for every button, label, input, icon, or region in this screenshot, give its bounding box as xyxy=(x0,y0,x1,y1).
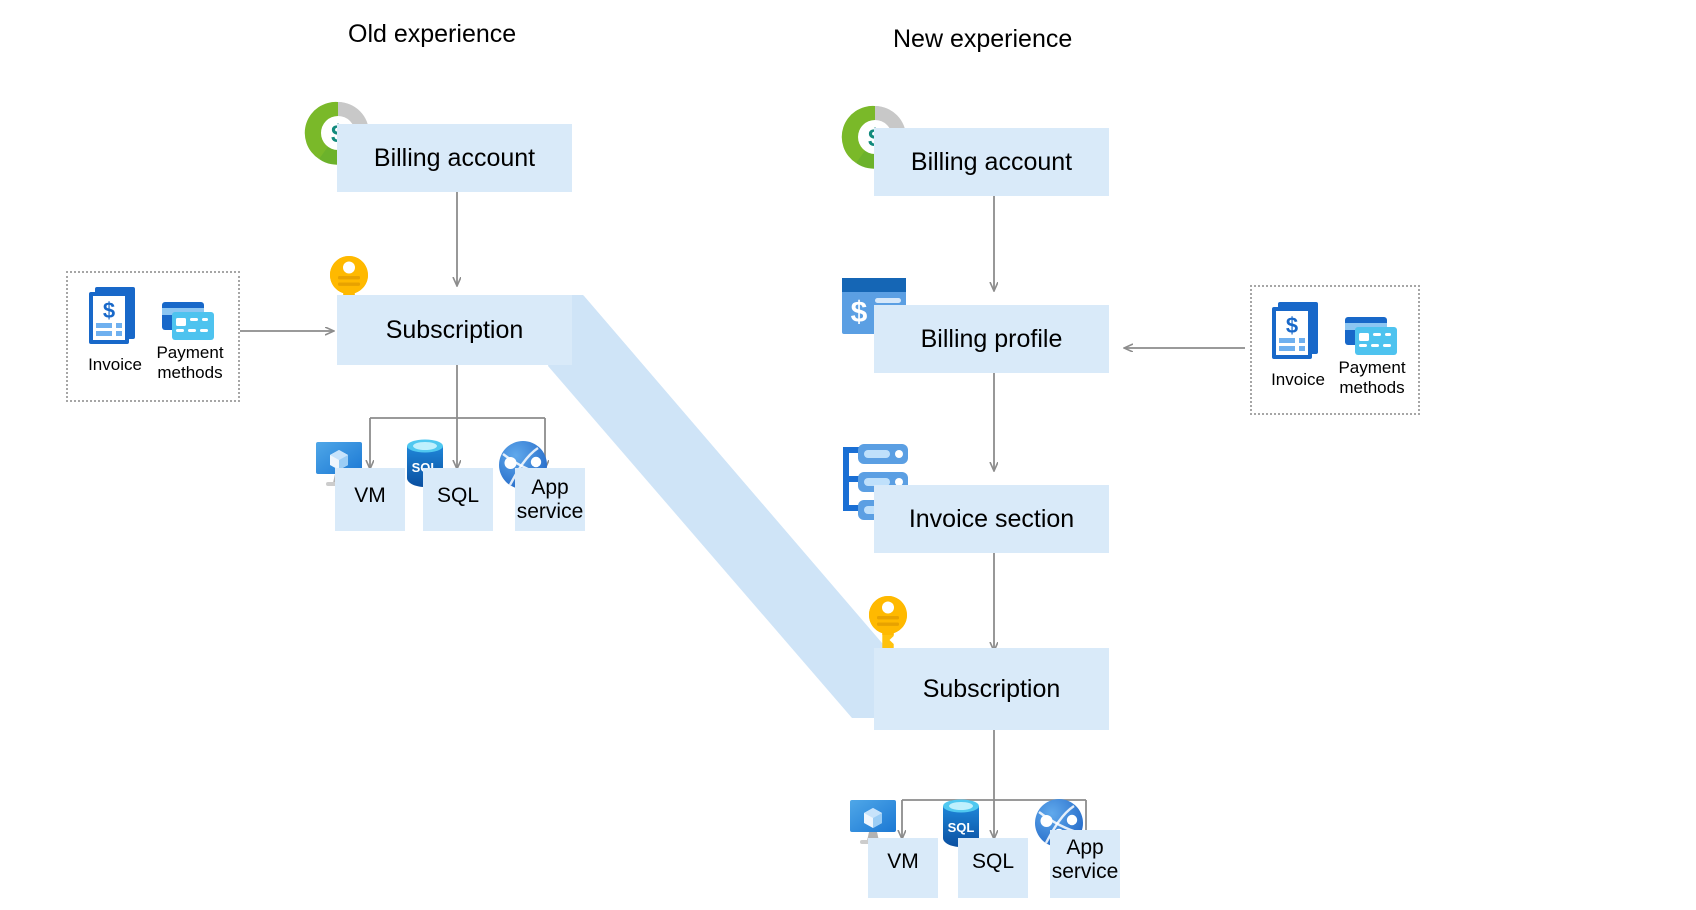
node-left-billing-account-label: Billing account xyxy=(373,143,536,172)
node-left-subscription-label: Subscription xyxy=(385,315,524,344)
node-right-billing-account-label: Billing account xyxy=(910,147,1073,176)
node-right-invoice-section[interactable]: Invoice section xyxy=(874,485,1109,553)
section-title-old: Old experience xyxy=(348,20,517,48)
node-right-resource-app-service-label: App service xyxy=(1051,836,1119,884)
node-right-subscription-label: Subscription xyxy=(922,674,1061,703)
node-left-resource-app-service-label: App service xyxy=(516,476,584,524)
node-left-billing-account[interactable]: Billing account xyxy=(337,124,572,192)
node-right-resource-sql[interactable]: SQL xyxy=(958,838,1028,898)
node-right-resource-app-service[interactable]: App service xyxy=(1050,830,1120,898)
right-invoice-label: Invoice xyxy=(1271,370,1325,389)
node-right-billing-profile[interactable]: Billing profile xyxy=(874,305,1109,373)
diagram-connectors-layer: SQL $ $ $ xyxy=(89,101,1397,849)
node-right-invoice-section-label: Invoice section xyxy=(908,504,1075,533)
node-right-billing-profile-label: Billing profile xyxy=(920,324,1063,353)
migration-band xyxy=(548,295,888,718)
node-right-resource-vm[interactable]: VM xyxy=(868,838,938,898)
node-right-resource-vm-label: VM xyxy=(887,850,919,873)
node-left-resource-sql[interactable]: SQL xyxy=(423,468,493,531)
node-left-resource-vm-label: VM xyxy=(354,484,386,507)
node-left-resource-sql-label: SQL xyxy=(436,484,480,507)
section-title-new: New experience xyxy=(893,25,1073,53)
node-right-billing-account[interactable]: Billing account xyxy=(874,128,1109,196)
node-left-subscription[interactable]: Subscription xyxy=(337,295,572,365)
left-payment-group xyxy=(66,271,240,402)
node-right-subscription[interactable]: Subscription xyxy=(874,648,1109,730)
diagram-canvas: SQL $ $ $ Old experience New experience … xyxy=(0,0,1696,910)
left-payment-methods-label: Payment methods xyxy=(156,343,224,382)
left-invoice-label: Invoice xyxy=(88,355,142,374)
node-left-resource-app-service[interactable]: App service xyxy=(515,468,585,531)
right-payment-methods-label: Payment methods xyxy=(1338,358,1406,397)
node-right-resource-sql-label: SQL xyxy=(971,850,1015,873)
node-left-resource-vm[interactable]: VM xyxy=(335,468,405,531)
